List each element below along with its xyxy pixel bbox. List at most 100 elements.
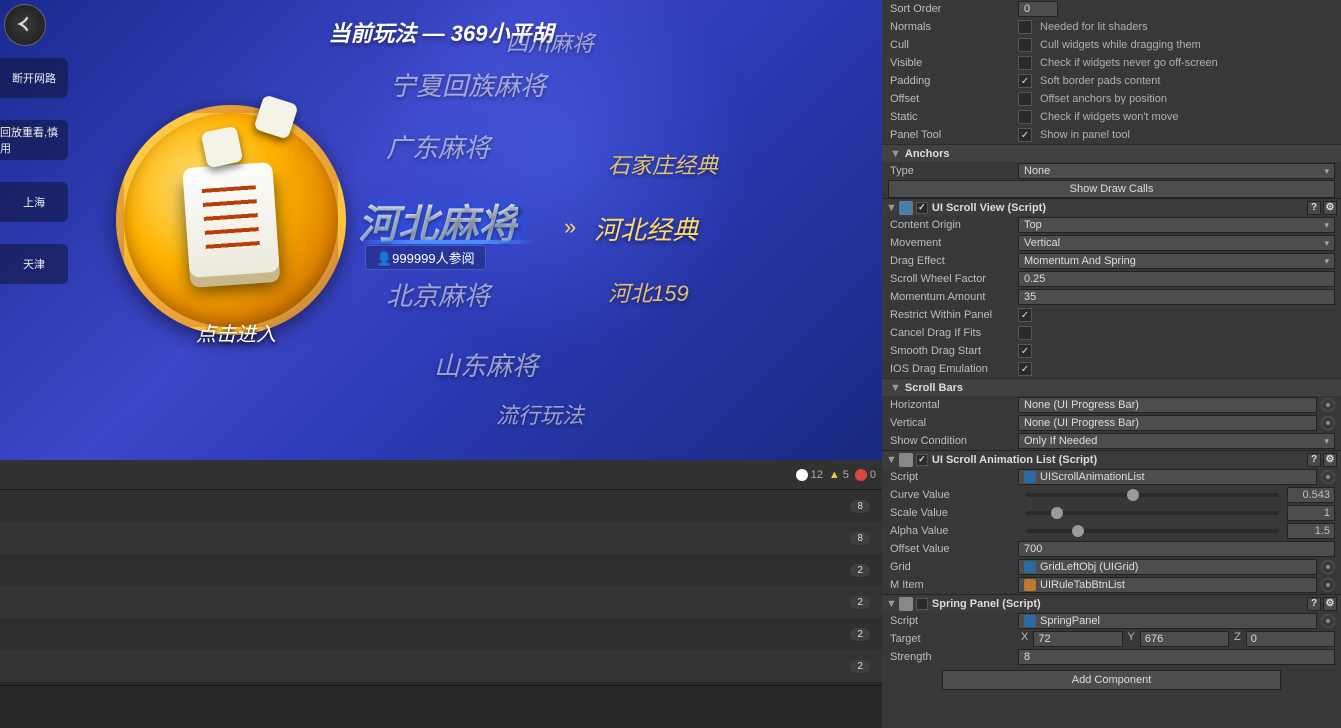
- csharp-icon: [1024, 471, 1036, 483]
- object-picker-icon[interactable]: [1321, 578, 1335, 592]
- momentum-input[interactable]: 35: [1018, 289, 1335, 305]
- object-picker-icon[interactable]: [1321, 416, 1335, 430]
- spring-enable-checkbox[interactable]: [916, 598, 928, 610]
- object-picker-icon[interactable]: [1321, 560, 1335, 574]
- console-row[interactable]: 2: [0, 650, 882, 682]
- animlist-enable-checkbox[interactable]: ✓: [916, 454, 928, 466]
- gear-icon[interactable]: ⚙: [1323, 201, 1337, 215]
- help-icon[interactable]: ?: [1307, 453, 1321, 467]
- people-count-tag: 👤999999人参阅: [365, 245, 486, 270]
- dice-icon: [201, 126, 244, 169]
- object-picker-icon[interactable]: [1321, 614, 1335, 628]
- curve-value[interactable]: 0.543: [1287, 487, 1335, 503]
- game-title: 当前玩法 — 369小平胡: [0, 16, 882, 48]
- console-rows: 8 8 2 2 2 2: [0, 490, 882, 686]
- script-icon: [899, 597, 913, 611]
- console-row[interactable]: 8: [0, 522, 882, 554]
- help-icon[interactable]: ?: [1307, 597, 1321, 611]
- offset-input[interactable]: 700: [1018, 541, 1335, 557]
- normals-checkbox[interactable]: [1018, 20, 1032, 34]
- enter-label: 点击进入: [196, 318, 276, 347]
- prefab-icon: [1024, 579, 1036, 591]
- gear-icon[interactable]: ⚙: [1323, 453, 1337, 467]
- panel-tool-checkbox[interactable]: ✓: [1018, 128, 1032, 142]
- help-icon[interactable]: ?: [1307, 201, 1321, 215]
- visible-checkbox[interactable]: [1018, 56, 1032, 70]
- game-item-guangdong[interactable]: 广东麻将: [386, 128, 490, 165]
- game-item-sichuan[interactable]: 四川麻将: [506, 26, 594, 58]
- strength-input[interactable]: 8: [1018, 649, 1335, 665]
- horizontal-bar-ref[interactable]: None (UI Progress Bar): [1018, 397, 1317, 413]
- scroll-wheel-input[interactable]: 0.25: [1018, 271, 1335, 287]
- mahjong-tile-icon: [182, 162, 279, 278]
- static-checkbox[interactable]: [1018, 110, 1032, 124]
- offset-checkbox[interactable]: [1018, 92, 1032, 106]
- alpha-value[interactable]: 1.5: [1287, 523, 1335, 539]
- restrict-checkbox[interactable]: ✓: [1018, 308, 1032, 322]
- console-error-count[interactable]: 0: [855, 469, 876, 481]
- object-picker-icon[interactable]: [1321, 470, 1335, 484]
- prop-sort-order: Sort Order 0: [882, 0, 1341, 18]
- dice-icon: [253, 94, 298, 139]
- selection-underline: [358, 240, 538, 244]
- scrollbars-header[interactable]: ▼Scroll Bars: [882, 378, 1341, 396]
- console-panel: 12 ▲5 0 8 8 2 2 2 2: [0, 460, 882, 728]
- grid-ref[interactable]: GridLeftObj (UIGrid): [1018, 559, 1317, 575]
- csharp-icon: [1024, 615, 1036, 627]
- add-component-button[interactable]: Add Component: [942, 670, 1281, 690]
- target-x-input[interactable]: 72: [1033, 631, 1122, 647]
- console-row[interactable]: 2: [0, 586, 882, 618]
- console-row[interactable]: 8: [0, 490, 882, 522]
- cancel-drag-checkbox[interactable]: [1018, 326, 1032, 340]
- vertical-bar-ref[interactable]: None (UI Progress Bar): [1018, 415, 1317, 431]
- anchors-type-dropdown[interactable]: None: [1018, 163, 1335, 179]
- mahjong-coin-icon[interactable]: [116, 105, 346, 335]
- sub-item-hebei-classic[interactable]: 河北经典: [594, 210, 698, 247]
- console-info-count[interactable]: 12: [796, 469, 823, 481]
- sub-item-sjz[interactable]: 石家庄经典: [608, 148, 718, 180]
- target-y-input[interactable]: 676: [1140, 631, 1229, 647]
- console-toolbar: 12 ▲5 0: [0, 460, 882, 490]
- sub-item-hebei159[interactable]: 河北159: [608, 276, 689, 308]
- movement-dropdown[interactable]: Vertical: [1018, 235, 1335, 251]
- spring-script-ref[interactable]: SpringPanel: [1018, 613, 1317, 629]
- console-row[interactable]: 2: [0, 554, 882, 586]
- smooth-drag-checkbox[interactable]: ✓: [1018, 344, 1032, 358]
- console-row[interactable]: 2: [0, 618, 882, 650]
- curve-slider[interactable]: [1026, 493, 1279, 497]
- scrollview-component-header[interactable]: ▼✓UI Scroll View (Script) ?⚙: [882, 198, 1341, 216]
- animlist-component-header[interactable]: ▼✓UI Scroll Animation List (Script) ?⚙: [882, 450, 1341, 468]
- ios-drag-checkbox[interactable]: ✓: [1018, 362, 1032, 376]
- cull-checkbox[interactable]: [1018, 38, 1032, 52]
- anchors-header[interactable]: ▼Anchors: [882, 144, 1341, 162]
- object-picker-icon[interactable]: [1321, 398, 1335, 412]
- alpha-slider[interactable]: [1026, 529, 1279, 533]
- side-tab-shanghai[interactable]: 上海: [0, 182, 68, 222]
- inspector-panel: Sort Order 0 NormalsNeeded for lit shade…: [882, 0, 1341, 728]
- anim-script-ref[interactable]: UIScrollAnimationList: [1018, 469, 1317, 485]
- drag-effect-dropdown[interactable]: Momentum And Spring: [1018, 253, 1335, 269]
- chevron-right-icon: »: [564, 214, 576, 240]
- console-warn-count[interactable]: ▲5: [829, 469, 849, 481]
- padding-checkbox[interactable]: ✓: [1018, 74, 1032, 88]
- mitem-ref[interactable]: UIRuleTabBtnList: [1018, 577, 1317, 593]
- sort-order-input[interactable]: 0: [1018, 1, 1058, 17]
- game-item-shandong[interactable]: 山东麻将: [434, 346, 538, 383]
- game-item-popular[interactable]: 流行玩法: [496, 398, 584, 430]
- game-view: 断开网路 回放重看,慎用 上海 天津 当前玩法 — 369小平胡 点击进入 四川…: [0, 0, 882, 460]
- show-condition-dropdown[interactable]: Only If Needed: [1018, 433, 1335, 449]
- side-tab-replay[interactable]: 回放重看,慎用: [0, 120, 68, 160]
- spring-component-header[interactable]: ▼Spring Panel (Script) ?⚙: [882, 594, 1341, 612]
- game-item-beijing[interactable]: 北京麻将: [386, 276, 490, 313]
- side-tab-disconnect[interactable]: 断开网路: [0, 58, 68, 98]
- game-item-ningxia[interactable]: 宁夏回族麻将: [390, 66, 546, 103]
- gear-icon[interactable]: ⚙: [1323, 597, 1337, 611]
- content-origin-dropdown[interactable]: Top: [1018, 217, 1335, 233]
- scale-slider[interactable]: [1026, 511, 1279, 515]
- scale-value[interactable]: 1: [1287, 505, 1335, 521]
- target-z-input[interactable]: 0: [1246, 631, 1335, 647]
- side-tab-tianjin[interactable]: 天津: [0, 244, 68, 284]
- script-icon: [899, 201, 913, 215]
- show-draw-calls-button[interactable]: Show Draw Calls: [888, 180, 1335, 198]
- scrollview-enable-checkbox[interactable]: ✓: [916, 202, 928, 214]
